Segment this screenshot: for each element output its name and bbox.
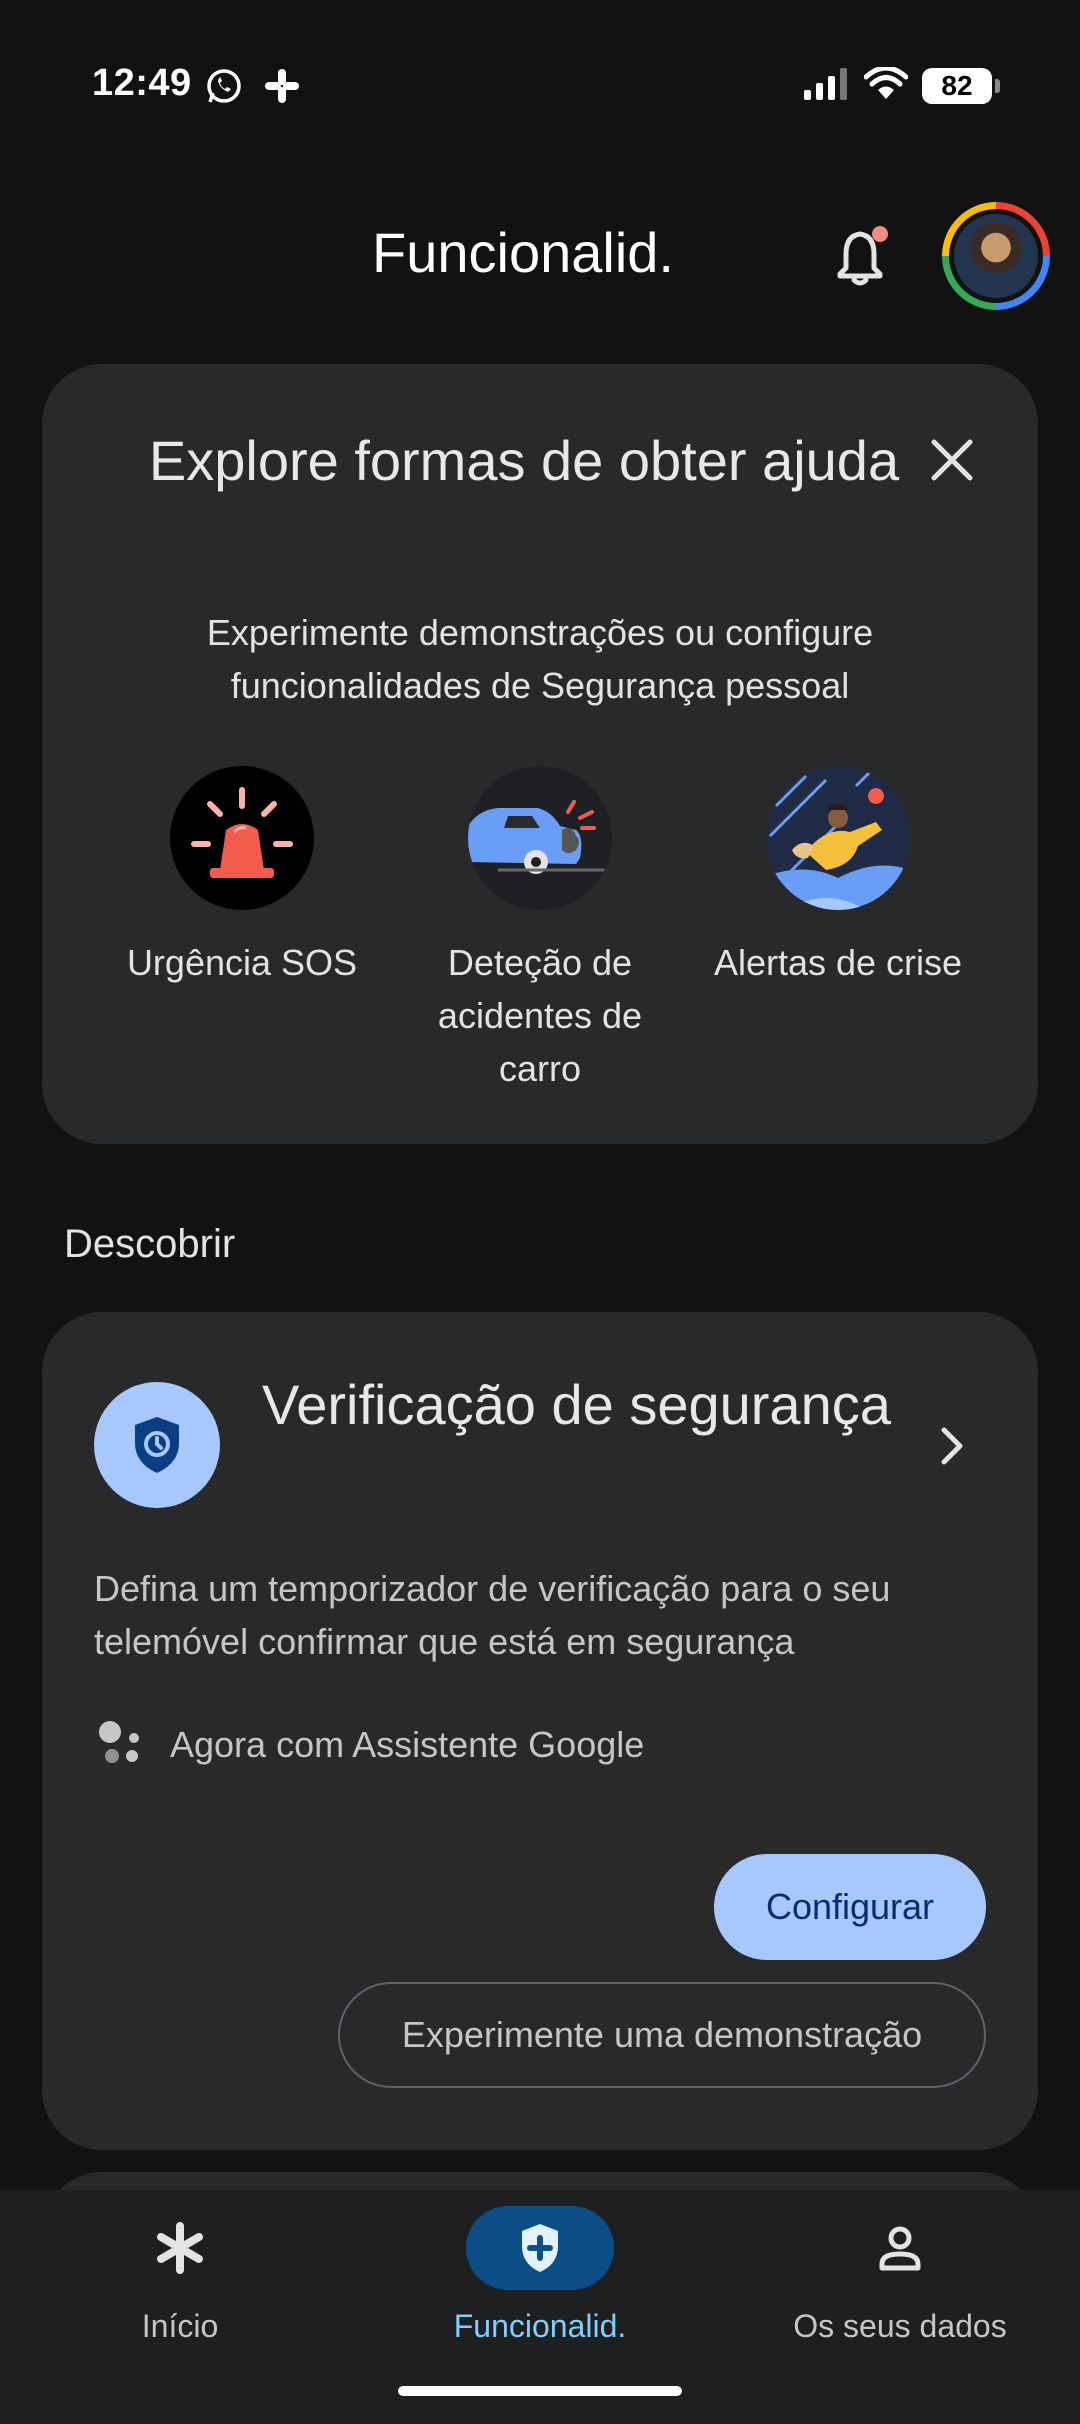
close-icon[interactable] <box>922 430 982 490</box>
nav-label-home: Início <box>141 2308 219 2344</box>
battery-level: 82 <box>941 70 973 101</box>
nav-label-features: Funcionalid. <box>453 2308 627 2344</box>
avatar-photo <box>949 209 1043 303</box>
safety-check-description: Defina um temporizador de verificação pa… <box>94 1568 891 1662</box>
assistant-text: Agora com Assistente Google <box>170 1723 645 1765</box>
feature-label-car-crash: Deteção de acidentes de carro <box>437 942 643 1089</box>
explore-title: Explore formas de obter ajuda <box>148 429 900 492</box>
nav-item-your-data[interactable]: Os seus dados <box>720 2206 1080 2345</box>
status-time: 12:49 <box>92 62 192 104</box>
chevron-right-icon[interactable] <box>928 1418 976 1474</box>
shield-plus-icon <box>466 2206 614 2290</box>
shield-clock-icon <box>94 1382 220 1508</box>
slack-icon <box>262 66 302 111</box>
nav-label-your-data: Os seus dados <box>793 2308 1007 2344</box>
signal-icon <box>802 67 850 105</box>
feature-car-crash[interactable]: Deteção de acidentes de carro <box>400 766 680 1095</box>
explore-subtitle: Experimente demonstrações ou configure f… <box>206 612 874 706</box>
status-right: 82 <box>802 65 1000 106</box>
feature-crisis-alerts[interactable]: Alertas de crise <box>698 766 978 989</box>
feature-label-sos: Urgência SOS <box>126 942 358 983</box>
nav-item-features[interactable]: Funcionalid. <box>360 2206 720 2345</box>
asterisk-icon <box>106 2206 254 2290</box>
battery-icon: 82 <box>922 68 1000 104</box>
status-bar: 12:49 82 <box>0 0 1080 150</box>
try-demo-button[interactable]: Experimente uma demonstração <box>338 1982 986 2088</box>
assistant-row: Agora com Assistente Google <box>94 1716 644 1773</box>
sos-siren-icon <box>170 766 314 910</box>
feature-label-crisis-alerts: Alertas de crise <box>713 942 963 983</box>
safety-check-card[interactable]: Verificação de segurança Defina um tempo… <box>42 1312 1038 2150</box>
wifi-icon <box>863 65 909 106</box>
safety-check-title: Verificação de segurança <box>262 1373 891 1436</box>
google-assistant-icon <box>94 1716 146 1773</box>
whatsapp-icon <box>204 66 244 111</box>
discover-section-title: Descobrir <box>64 1222 236 1266</box>
page-title: Funcionalid. <box>372 221 674 284</box>
person-icon <box>826 2206 974 2290</box>
feature-sos[interactable]: Urgência SOS <box>102 766 382 989</box>
avatar[interactable] <box>942 202 1050 310</box>
home-indicator[interactable] <box>398 2386 682 2396</box>
notification-dot <box>872 226 888 242</box>
car-crash-icon <box>468 766 612 910</box>
crisis-alert-icon <box>766 766 910 910</box>
explore-help-card: Explore formas de obter ajuda Experiment… <box>42 364 1038 1144</box>
nav-item-home[interactable]: Início <box>0 2206 360 2345</box>
configure-button[interactable]: Configurar <box>714 1854 986 1960</box>
